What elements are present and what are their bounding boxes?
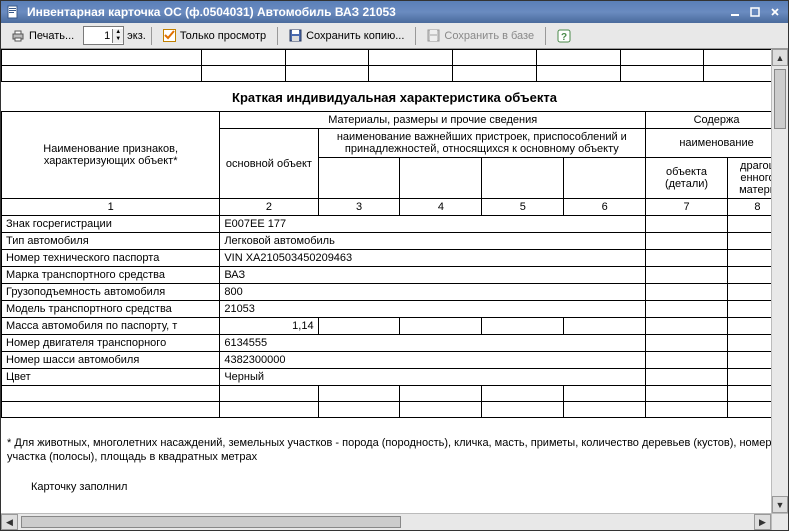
row-label: Номер шасси автомобиля [2, 352, 220, 369]
scroll-down-button[interactable]: ▼ [772, 496, 788, 513]
header-naimenov: наимeнование [646, 129, 788, 158]
spinner-up[interactable]: ▲ [112, 29, 123, 36]
colnum: 4 [400, 199, 482, 216]
row-label: Цвет [2, 369, 220, 386]
floppy-db-icon [427, 29, 440, 42]
scroll-right-button[interactable]: ▶ [754, 514, 771, 530]
save-db-button[interactable]: Сохранить в базе [421, 26, 540, 46]
table-row: Модель транспортного средства21053 [2, 301, 788, 318]
minimize-button[interactable] [726, 4, 744, 20]
sign-label: Карточку заполнил [1, 471, 788, 493]
header-materials: Материалы, размеры и прочие сведения [220, 112, 646, 129]
table-row: Номер двигателя транспорного6134555 [2, 335, 788, 352]
document-icon [5, 4, 21, 20]
row-label: Марка транспортного средства [2, 267, 220, 284]
toolbar-separator [151, 27, 152, 45]
row-label: Тип автомобиля [2, 233, 220, 250]
save-copy-button[interactable]: Сохранить копию... [283, 26, 410, 46]
close-button[interactable] [766, 4, 784, 20]
row-label: Масса автомобиля по паспорту, т [2, 318, 220, 335]
window-title: Инвентарная карточка ОС (ф.0504031) Авто… [27, 5, 726, 19]
help-icon: ? [557, 29, 571, 43]
toolbar: Печать... ▲ ▼ экз. Только просмотр Сохра… [1, 23, 788, 49]
row-label: Знак госрегистрации [2, 216, 220, 233]
scroll-thumb-v[interactable] [774, 69, 786, 129]
row-value: Легковой автомобиль [220, 233, 646, 250]
floppy-icon [289, 29, 302, 42]
colnum: 6 [564, 199, 646, 216]
row-label: Модель транспортного средства [2, 301, 220, 318]
row-value: 4382300000 [220, 352, 646, 369]
table-row: Знак госрегистрацииЕ007ЕЕ 177 [2, 216, 788, 233]
colnum: 7 [646, 199, 728, 216]
document-area: Краткая индивидуальная характеристика об… [1, 49, 788, 530]
colnum: 5 [482, 199, 564, 216]
row-value: 1,14 [220, 318, 318, 335]
colnum: 2 [220, 199, 318, 216]
vertical-scrollbar[interactable]: ▲ ▼ [771, 49, 788, 513]
titlebar[interactable]: Инвентарная карточка ОС (ф.0504031) Авто… [1, 1, 788, 23]
preview-only-button[interactable]: Только просмотр [157, 26, 272, 46]
row-value: 21053 [220, 301, 646, 318]
table-row: Грузоподъемность автомобиля800 [2, 284, 788, 301]
table-row: ЦветЧерный [2, 369, 788, 386]
window-controls [726, 4, 784, 20]
print-button[interactable]: Печать... [5, 26, 80, 46]
header-soderzh: Содержа [646, 112, 788, 129]
copies-spinner[interactable]: ▲ ▼ [83, 26, 124, 45]
row-value: ВАЗ [220, 267, 646, 284]
header-attachments: наименование важнейших пристроек, приспо… [318, 129, 646, 158]
row-label: Грузоподъемность автомобиля [2, 284, 220, 301]
table-row: Марка транспортного средстваВАЗ [2, 267, 788, 284]
toolbar-separator [545, 27, 546, 45]
row-value: Е007ЕЕ 177 [220, 216, 646, 233]
row-value: 800 [220, 284, 646, 301]
print-label: Печать... [29, 30, 74, 42]
row-label: Номер двигателя транспорного [2, 335, 220, 352]
colnum: 1 [2, 199, 220, 216]
scroll-left-button[interactable]: ◀ [1, 514, 18, 530]
maximize-button[interactable] [746, 4, 764, 20]
row-value: 6134555 [220, 335, 646, 352]
header-obj-detail: объекта (детали) [646, 158, 728, 199]
table-row: Масса автомобиля по паспорту, т1,14 [2, 318, 788, 335]
row-value: Черный [220, 369, 646, 386]
horizontal-scrollbar[interactable]: ◀ ▶ [1, 513, 771, 530]
footnote: * Для животных, многолетних насаждений, … [1, 418, 788, 471]
printer-icon [11, 29, 25, 43]
row-value: VIN XA210503450209463 [220, 250, 646, 267]
row-label: Номер технического паспорта [2, 250, 220, 267]
scroll-up-button[interactable]: ▲ [772, 49, 788, 66]
table-row: Тип автомобиляЛегковой автомобиль [2, 233, 788, 250]
save-db-label: Сохранить в базе [444, 30, 534, 42]
table-row: Номер технического паспортаVIN XA2105034… [2, 250, 788, 267]
window-frame: Инвентарная карточка ОС (ф.0504031) Авто… [0, 0, 789, 531]
colnum: 3 [318, 199, 400, 216]
spinner-down[interactable]: ▼ [112, 36, 123, 43]
checkbox-icon [163, 29, 176, 42]
document-content: Краткая индивидуальная характеристика об… [1, 49, 788, 493]
toolbar-separator [277, 27, 278, 45]
top-empty-table [1, 49, 788, 82]
svg-text:?: ? [561, 32, 567, 43]
header-attributes: Наименование признаков, характеризующих … [2, 112, 220, 199]
scrollbar-corner [771, 513, 788, 530]
toolbar-separator [415, 27, 416, 45]
preview-label: Только просмотр [180, 30, 266, 42]
save-copy-label: Сохранить копию... [306, 30, 404, 42]
help-button[interactable]: ? [551, 26, 577, 46]
header-main-obj: основной объект [220, 129, 318, 199]
section-title: Краткая индивидуальная характеристика об… [1, 82, 788, 111]
copies-input[interactable] [84, 29, 112, 43]
scroll-thumb-h[interactable] [21, 516, 401, 528]
table-row: Номер шасси автомобиля4382300000 [2, 352, 788, 369]
copies-unit: экз. [127, 30, 146, 42]
main-table: Наименование признаков, характеризующих … [1, 111, 788, 418]
